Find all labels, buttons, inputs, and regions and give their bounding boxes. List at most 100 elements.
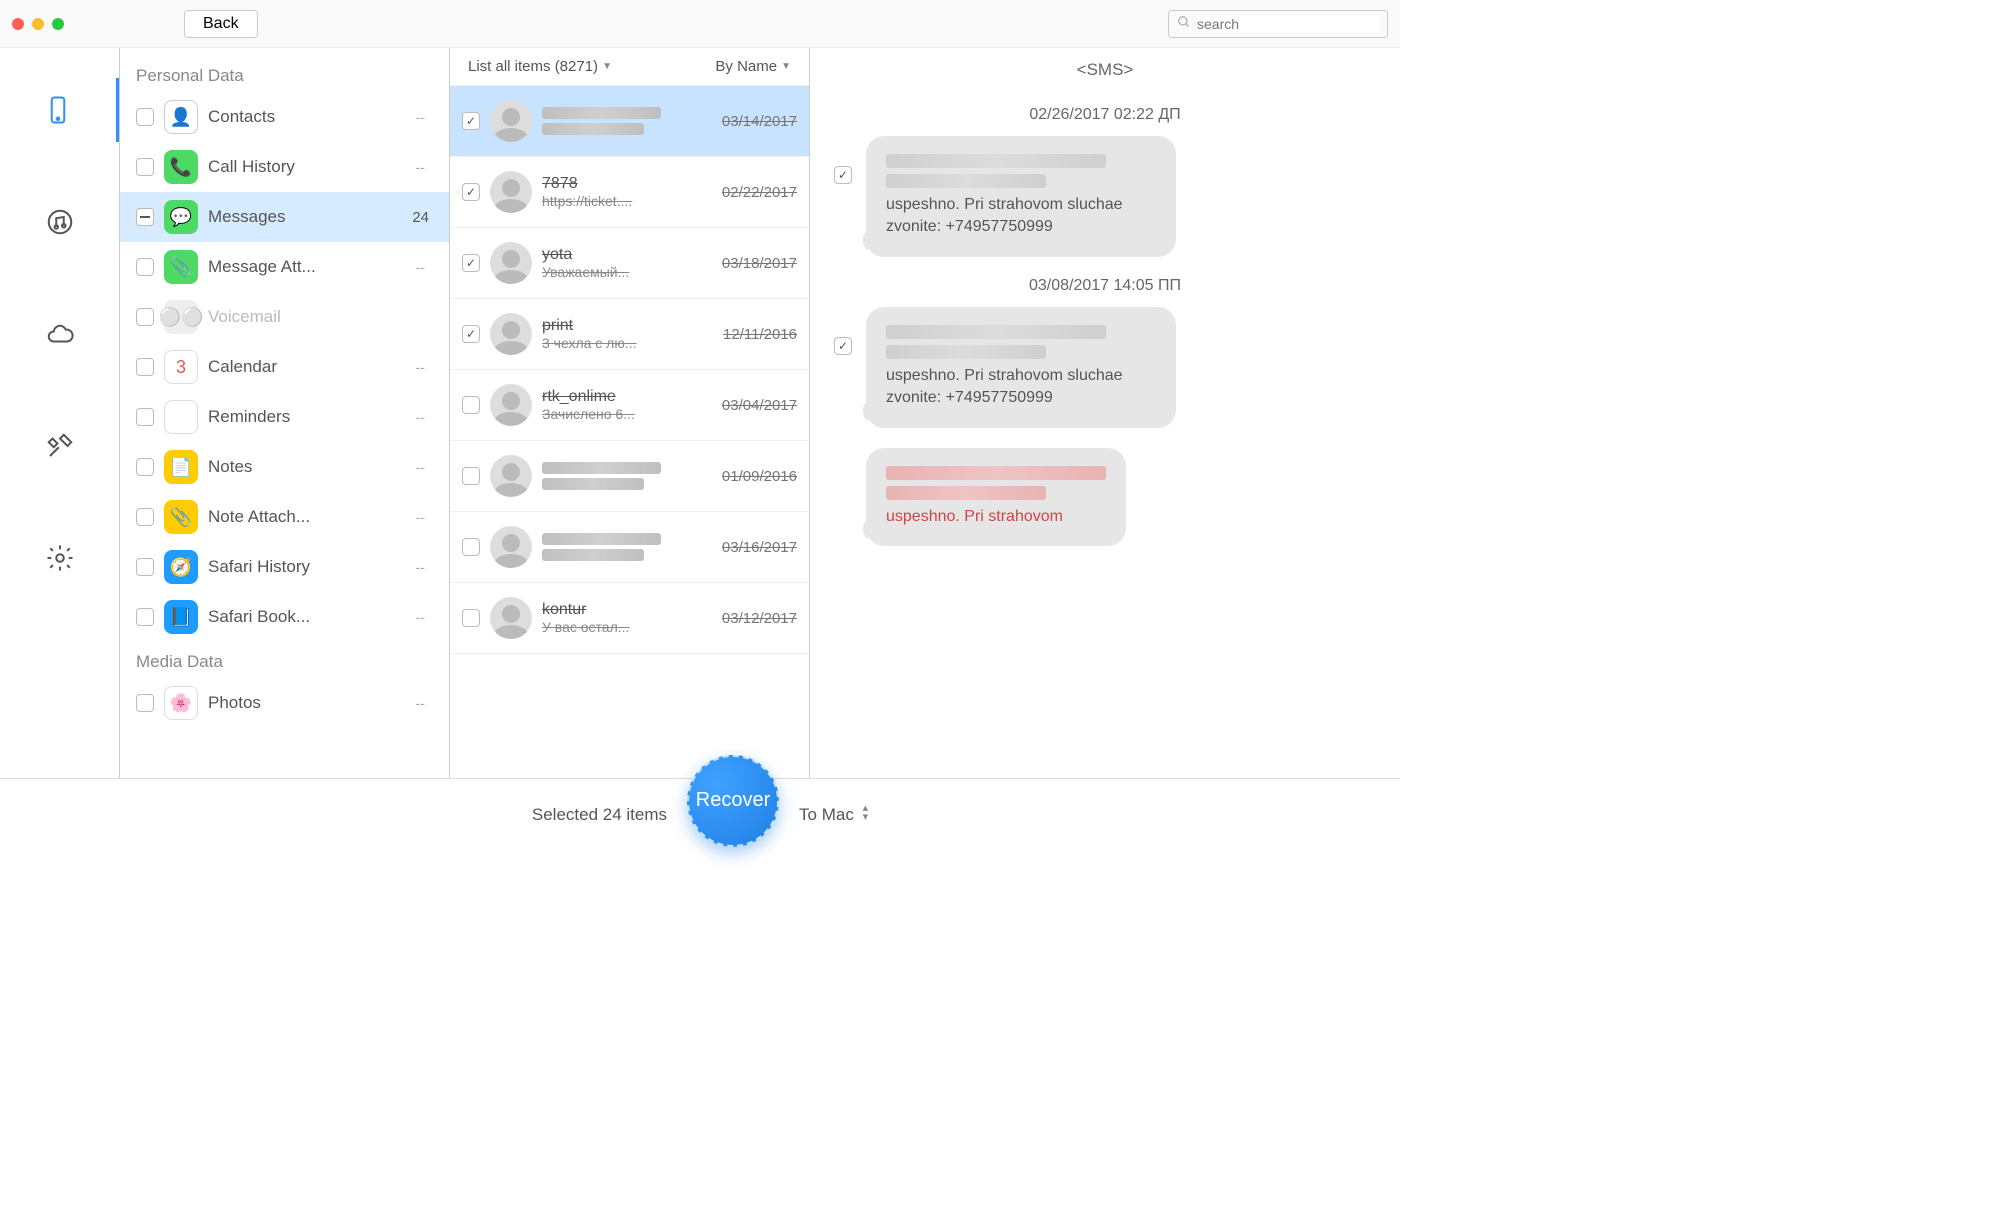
conversation-date: 03/14/2017 xyxy=(722,113,797,130)
conversation-row[interactable]: konturУ вас остал...03/12/2017 xyxy=(450,583,809,654)
conversation-preview xyxy=(542,478,644,490)
mode-itunes-button[interactable] xyxy=(20,190,100,254)
contacts-icon: 👤 xyxy=(164,100,198,134)
category-group-header: Media Data xyxy=(120,642,449,678)
titlebar: Back xyxy=(0,0,1400,48)
category-count: -- xyxy=(416,459,439,475)
category-label: Messages xyxy=(208,207,412,227)
category-safaribook[interactable]: 📘Safari Book...-- xyxy=(120,592,449,642)
message-bubble[interactable]: uspeshno. Pri strahovom sluchae zvonite:… xyxy=(866,136,1176,257)
recover-button[interactable]: Recover xyxy=(687,755,779,847)
message-row: uspeshno. Pri strahovom sluchae zvonite:… xyxy=(834,136,1376,257)
category-label: Message Att... xyxy=(208,257,416,277)
category-calendar[interactable]: 3Calendar-- xyxy=(120,342,449,392)
mode-settings-button[interactable] xyxy=(20,526,100,590)
filter-label: List all items (8271) xyxy=(468,58,598,75)
message-list-header: List all items (8271) ▼ By Name ▼ xyxy=(450,48,809,86)
conversation-row[interactable]: 03/14/2017 xyxy=(450,86,809,157)
sort-dropdown[interactable]: By Name ▼ xyxy=(715,58,791,75)
sort-label: By Name xyxy=(715,58,777,75)
conversation-date: 12/11/2016 xyxy=(723,326,797,343)
conversation-date: 03/16/2017 xyxy=(722,539,797,556)
voicemail-icon: ⚪⚪ xyxy=(164,300,198,334)
category-checkbox[interactable] xyxy=(136,558,154,576)
category-checkbox[interactable] xyxy=(136,208,154,226)
minimize-window-button[interactable] xyxy=(32,18,44,30)
category-noteatt[interactable]: 📎Note Attach...-- xyxy=(120,492,449,542)
chevron-down-icon: ▼ xyxy=(602,61,612,72)
conversation-checkbox[interactable] xyxy=(462,609,480,627)
mode-device-button[interactable] xyxy=(0,78,119,142)
conversation-row[interactable]: 01/09/2016 xyxy=(450,441,809,512)
back-button[interactable]: Back xyxy=(184,10,258,38)
category-count: -- xyxy=(416,159,439,175)
search-input[interactable] xyxy=(1197,16,1379,32)
category-notes[interactable]: 📄Notes-- xyxy=(120,442,449,492)
conversation-date: 03/18/2017 xyxy=(722,255,797,272)
conversation-row[interactable]: yotaУважаемый... 03/18/2017 xyxy=(450,228,809,299)
conversation-name: kontur xyxy=(542,601,712,619)
avatar xyxy=(490,384,532,426)
category-checkbox[interactable] xyxy=(136,458,154,476)
category-checkbox[interactable] xyxy=(136,408,154,426)
message-checkbox[interactable] xyxy=(834,166,852,184)
category-safari[interactable]: 🧭Safari History-- xyxy=(120,542,449,592)
conversation-checkbox[interactable] xyxy=(462,183,480,201)
timestamp: 03/08/2017 14:05 ПП xyxy=(834,277,1376,295)
category-call[interactable]: 📞Call History-- xyxy=(120,142,449,192)
category-checkbox[interactable] xyxy=(136,258,154,276)
conversation-preview: 3 чехла с лю... xyxy=(542,335,713,351)
close-window-button[interactable] xyxy=(12,18,24,30)
stepper-icon: ▴▾ xyxy=(863,804,869,822)
notes-icon: 📄 xyxy=(164,450,198,484)
category-checkbox[interactable] xyxy=(136,108,154,126)
conversation-name: print xyxy=(542,317,713,335)
category-group-header: Personal Data xyxy=(120,56,449,92)
search-field[interactable] xyxy=(1168,10,1388,38)
conversation-preview xyxy=(542,123,644,135)
conversation-checkbox[interactable] xyxy=(462,396,480,414)
category-checkbox[interactable] xyxy=(136,694,154,712)
conversation-checkbox[interactable] xyxy=(462,325,480,343)
conversation-text xyxy=(542,107,712,135)
target-label: To Mac xyxy=(799,805,854,824)
noteatt-icon: 📎 xyxy=(164,500,198,534)
message-bubble[interactable]: uspeshno. Pri strahovom xyxy=(866,448,1126,546)
avatar xyxy=(490,526,532,568)
conversation-row[interactable]: print3 чехла с лю... 12/11/2016 xyxy=(450,299,809,370)
conversation-name: yota xyxy=(542,246,712,264)
category-contacts[interactable]: 👤Contacts-- xyxy=(120,92,449,142)
message-text: uspeshno. Pri strahovom sluchae zvonite:… xyxy=(886,365,1156,410)
conversation-name: rtk_onlime xyxy=(542,388,712,406)
conversation-row[interactable]: 7878https://ticket....02/22/2017 xyxy=(450,157,809,228)
category-checkbox[interactable] xyxy=(136,358,154,376)
category-messages[interactable]: 💬Messages24 xyxy=(120,192,449,242)
conversation-text: yotaУважаемый... xyxy=(542,246,712,280)
category-reminders[interactable]: ☰Reminders-- xyxy=(120,392,449,442)
search-icon xyxy=(1177,15,1191,32)
zoom-window-button[interactable] xyxy=(52,18,64,30)
mode-tools-button[interactable] xyxy=(20,414,100,478)
conversation-row[interactable]: rtk_onlimeЗачислено 6...03/04/2017 xyxy=(450,370,809,441)
category-checkbox[interactable] xyxy=(136,608,154,626)
filter-dropdown[interactable]: List all items (8271) ▼ xyxy=(468,58,612,75)
category-checkbox[interactable] xyxy=(136,508,154,526)
conversation-checkbox[interactable] xyxy=(462,254,480,272)
conversation-checkbox[interactable] xyxy=(462,112,480,130)
conversation-text: rtk_onlimeЗачислено 6... xyxy=(542,388,712,422)
category-count: -- xyxy=(416,559,439,575)
category-attach[interactable]: 📎Message Att...-- xyxy=(120,242,449,292)
message-bubble[interactable]: uspeshno. Pri strahovom sluchae zvonite:… xyxy=(866,307,1176,428)
category-photos[interactable]: 🌸Photos-- xyxy=(120,678,449,728)
conversation-preview: Зачислено 6... xyxy=(542,406,712,422)
message-row: uspeshno. Pri strahovom sluchae zvonite:… xyxy=(834,307,1376,428)
conversation-checkbox[interactable] xyxy=(462,538,480,556)
conversation-row[interactable]: 03/16/2017 xyxy=(450,512,809,583)
conversation-checkbox[interactable] xyxy=(462,467,480,485)
category-count: 24 xyxy=(412,209,439,226)
target-selector[interactable]: To Mac ▴▾ xyxy=(799,804,868,825)
mode-icloud-button[interactable] xyxy=(20,302,100,366)
conversation-date: 01/09/2016 xyxy=(722,468,797,485)
category-checkbox[interactable] xyxy=(136,158,154,176)
message-checkbox[interactable] xyxy=(834,337,852,355)
